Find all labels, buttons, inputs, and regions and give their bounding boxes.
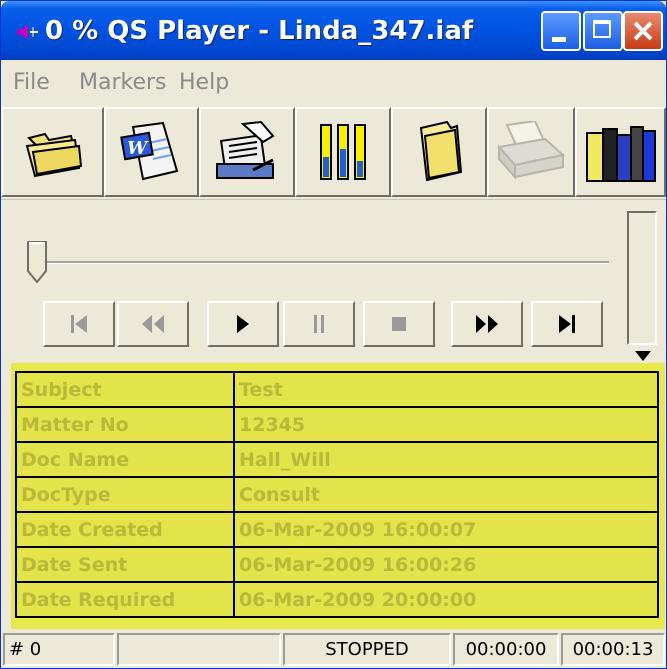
marker-count: # 0: [3, 633, 115, 666]
pause-button[interactable]: [283, 301, 355, 347]
rewind-button[interactable]: [117, 301, 189, 347]
info-label: Doc Name: [15, 441, 235, 478]
print-icon: [497, 121, 566, 180]
info-row: Date Created 06-Mar-2009 16:00:07: [15, 511, 659, 548]
info-label: Date Created: [15, 511, 235, 548]
info-label: Date Sent: [15, 546, 235, 583]
skip-start-button[interactable]: [43, 301, 115, 347]
menu-markers[interactable]: Markers: [79, 69, 167, 97]
total-length: 00:00:13: [561, 633, 665, 666]
books-icon: [585, 126, 656, 182]
stop-button[interactable]: [363, 301, 435, 347]
info-value: Consult: [233, 476, 659, 513]
speaker-icon: [17, 24, 38, 40]
info-row: DocType Consult: [15, 476, 659, 513]
volume-slider[interactable]: [627, 211, 657, 345]
pause-icon: [314, 315, 324, 333]
info-row: Subject Test: [15, 371, 659, 408]
maximize-button[interactable]: [583, 11, 623, 51]
close-button[interactable]: [623, 11, 663, 51]
info-value: 06-Mar-2009 20:00:00: [233, 581, 659, 618]
playback-state: STOPPED: [283, 633, 451, 666]
levels-button[interactable]: [295, 107, 391, 197]
info-row: Doc Name Hall_Will: [15, 441, 659, 478]
word-document-icon: W: [119, 121, 178, 181]
play-button[interactable]: [207, 301, 279, 347]
info-value: 12345: [233, 406, 659, 443]
info-value: 06-Mar-2009 16:00:07: [233, 511, 659, 548]
close-icon: [633, 21, 653, 41]
title-bar[interactable]: 0 % QS Player - Linda_347.iaf: [1, 1, 666, 60]
folder-open-icon: [25, 132, 82, 178]
open-folder-button[interactable]: [1, 107, 104, 197]
info-row: Date Sent 06-Mar-2009 16:00:26: [15, 546, 659, 583]
fast-forward-icon: [476, 315, 498, 333]
position-slider-track[interactable]: [29, 261, 609, 264]
play-icon: [237, 315, 249, 333]
minimize-button[interactable]: [541, 11, 581, 51]
document-info-panel: Subject Test Matter No 12345 Doc Name Hall_Wi…: [11, 363, 665, 629]
level-meters-icon: [320, 124, 366, 180]
transcribe-button[interactable]: [199, 107, 295, 197]
toolbar: W: [1, 105, 666, 199]
player-window: 0 % QS Player - Linda_347.iaf File Marke…: [0, 0, 667, 669]
volume-thumb-icon[interactable]: [635, 351, 651, 361]
folder-button[interactable]: [391, 107, 487, 197]
info-value: Test: [233, 371, 659, 408]
info-label: Date Required: [15, 581, 235, 618]
folder-icon: [419, 120, 463, 182]
status-bar: # 0 STOPPED 00:00:00 00:00:13: [1, 631, 666, 668]
rewind-icon: [142, 315, 164, 333]
skip-end-button[interactable]: [531, 301, 603, 347]
menu-file[interactable]: File: [13, 69, 50, 97]
info-label: DocType: [15, 476, 235, 513]
info-label: Subject: [15, 371, 235, 408]
document-info-table: Subject Test Matter No 12345 Doc Name Hall_Wi…: [15, 371, 659, 618]
skip-to-end-icon: [559, 315, 575, 333]
menu-help[interactable]: Help: [179, 69, 229, 97]
fast-forward-button[interactable]: [451, 301, 523, 347]
info-value: Hall_Will: [233, 441, 659, 478]
window-title: 0 % QS Player - Linda_347.iaf: [45, 16, 474, 46]
word-document-button[interactable]: W: [104, 107, 199, 197]
stop-icon: [392, 317, 406, 331]
svg-text:W: W: [127, 138, 149, 159]
minimize-icon: [552, 37, 566, 42]
info-label: Matter No: [15, 406, 235, 443]
current-position: 00:00:00: [453, 633, 559, 666]
skip-to-start-icon: [71, 315, 87, 333]
library-button[interactable]: [575, 107, 666, 197]
info-row: Matter No 12345: [15, 406, 659, 443]
maximize-icon: [593, 20, 611, 38]
info-row: Date Required 06-Mar-2009 20:00:00: [15, 581, 659, 618]
dictation-typing-icon: [216, 120, 275, 179]
status-blank-panel: [117, 633, 281, 666]
position-slider-thumb[interactable]: [27, 241, 47, 283]
menu-bar: File Markers Help: [1, 61, 666, 106]
info-value: 06-Mar-2009 16:00:26: [233, 546, 659, 583]
print-button[interactable]: [487, 107, 575, 197]
